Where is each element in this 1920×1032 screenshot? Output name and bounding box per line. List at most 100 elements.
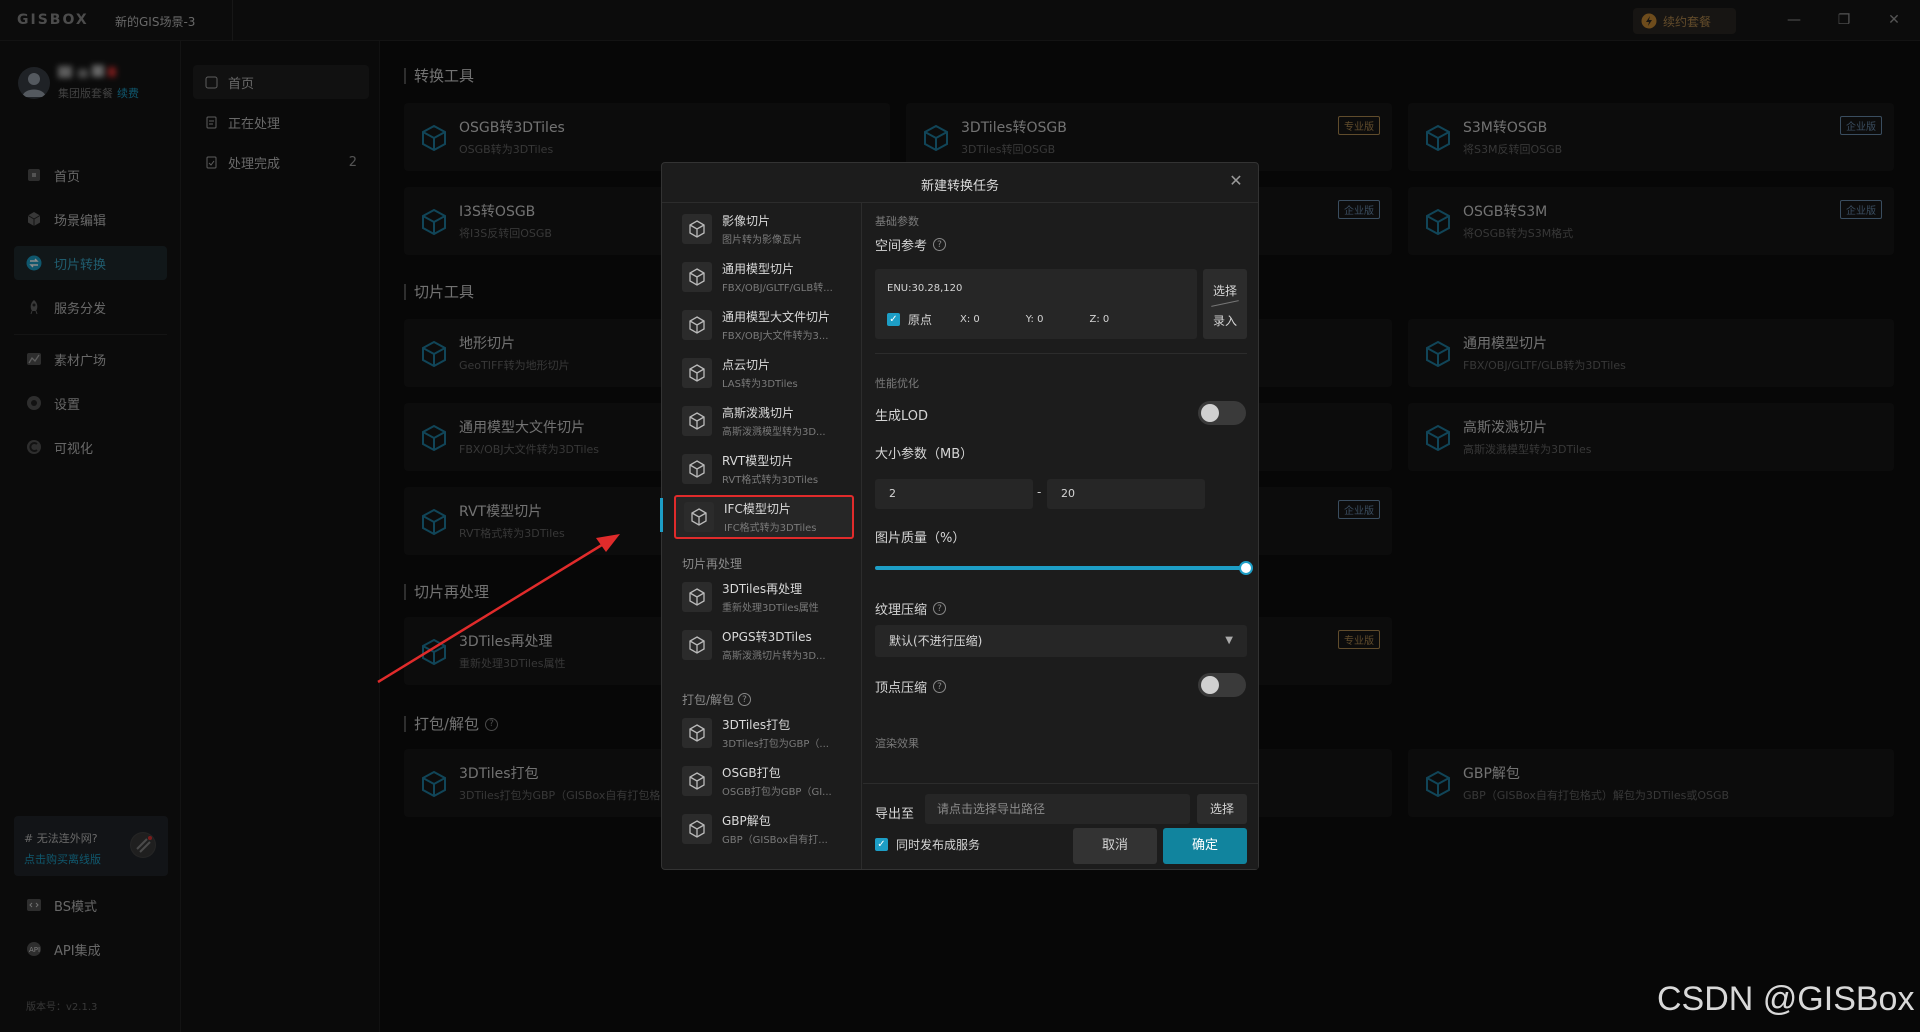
- task-type-title: GBP解包: [722, 814, 771, 828]
- vertex-label-text: 顶点压缩: [875, 681, 928, 696]
- task-type-text: 3DTiles打包 3DTiles打包为GBP（...: [722, 716, 829, 750]
- task-type-icon: [684, 502, 714, 532]
- group-pack-label: 打包/解包: [682, 693, 735, 707]
- task-type-icon: [682, 310, 712, 340]
- export-select-button[interactable]: 选择: [1197, 794, 1247, 824]
- task-type-text: 影像切片图片转为影像瓦片: [722, 212, 802, 246]
- range-dash: -: [1037, 485, 1042, 499]
- modal-header: 新建转换任务 ✕: [662, 163, 1258, 203]
- task-type-title: OSGB打包: [722, 766, 781, 780]
- cancel-button[interactable]: 取消: [1073, 828, 1157, 864]
- new-task-modal: 新建转换任务 ✕ 影像切片图片转为影像瓦片 通用模型切片 FBX/OBJ/GLTF/…: [660, 162, 1259, 870]
- task-type-item[interactable]: RVT模型切片 RVT格式转为3DTiles: [674, 447, 854, 491]
- task-type-text: 3DTiles再处理重新处理3DTiles属性: [722, 580, 819, 614]
- help-icon[interactable]: ?: [933, 238, 947, 251]
- task-type-item[interactable]: 点云切片 LAS转为3DTiles: [674, 351, 854, 395]
- publish-checkbox[interactable]: ✓: [875, 838, 888, 851]
- task-type-subtitle: 重新处理3DTiles属性: [722, 603, 819, 614]
- task-type-subtitle: 图片转为影像瓦片: [722, 235, 802, 246]
- lod-label: 生成LOD: [875, 409, 929, 424]
- task-type-item[interactable]: OPGS转3DTiles 高斯泼溅切片转为3D...: [674, 623, 854, 667]
- origin-x: X: 0: [960, 314, 980, 325]
- task-type-text: OPGS转3DTiles 高斯泼溅切片转为3D...: [722, 628, 826, 662]
- button-divider: [1211, 300, 1239, 307]
- task-type-subtitle: FBX/OBJ/GLTF/GLB转...: [722, 283, 833, 294]
- task-type-item[interactable]: GBP解包 GBP（GISBox自有打...: [674, 807, 854, 851]
- task-type-title: 点云切片: [722, 358, 771, 372]
- section-divider: [875, 353, 1247, 354]
- export-path-input[interactable]: 请点击选择导出路径: [925, 794, 1190, 824]
- confirm-button[interactable]: 确定: [1163, 828, 1247, 864]
- quality-slider-track[interactable]: [875, 566, 1247, 570]
- task-type-item[interactable]: OSGB打包 OSGB打包为GBP（GI...: [674, 759, 854, 803]
- annotation-arrow: [377, 534, 620, 684]
- render-label: 渲染效果: [875, 737, 919, 750]
- select-ref-button[interactable]: 选择: [1203, 282, 1247, 299]
- texture-select[interactable]: 默认(不进行压缩) ▼: [875, 625, 1247, 657]
- vertex-label: 顶点压缩 ?: [875, 677, 947, 696]
- task-type-text: 高斯泼溅切片 高斯泼溅模型转为3D...: [722, 404, 826, 438]
- task-type-subtitle: LAS转为3DTiles: [722, 379, 798, 390]
- task-type-icon: [682, 406, 712, 436]
- task-type-icon: [682, 358, 712, 388]
- size-min-input[interactable]: 2: [875, 479, 1033, 509]
- task-type-item[interactable]: 3DTiles打包 3DTiles打包为GBP（...: [674, 711, 854, 755]
- task-type-item[interactable]: 高斯泼溅切片 高斯泼溅模型转为3D...: [674, 399, 854, 443]
- task-type-text: IFC模型切片 IFC格式转为3DTiles: [724, 500, 816, 534]
- publish-row: ✓ 同时发布成服务: [875, 836, 980, 853]
- watermark: CSDN @GISBox: [1657, 980, 1915, 1018]
- close-modal-button[interactable]: ✕: [1226, 171, 1246, 191]
- origin-checkbox[interactable]: ✓: [887, 313, 900, 326]
- task-type-icon: [682, 766, 712, 796]
- spatial-ref-buttons[interactable]: 选择 录入: [1203, 269, 1247, 339]
- task-type-icon: [682, 814, 712, 844]
- task-type-subtitle: 3DTiles打包为GBP（...: [722, 739, 829, 750]
- task-type-item[interactable]: 3DTiles再处理重新处理3DTiles属性: [674, 575, 854, 619]
- group-reprocess: 切片再处理: [682, 557, 743, 571]
- basic-params-label: 基础参数: [875, 215, 919, 228]
- task-form: 基础参数 空间参考 ? ENU:30.28,120 ✓ 原点 X: 0 Y: 0…: [863, 203, 1258, 869]
- task-type-text: 点云切片 LAS转为3DTiles: [722, 356, 798, 390]
- origin-y: Y: 0: [1025, 314, 1044, 325]
- texture-select-value: 默认(不进行压缩): [889, 634, 983, 648]
- enu-value: ENU:30.28,120: [887, 283, 963, 294]
- task-type-title: RVT模型切片: [722, 454, 794, 468]
- help-icon[interactable]: ?: [933, 602, 947, 615]
- task-type-text: GBP解包 GBP（GISBox自有打...: [722, 812, 828, 846]
- publish-label: 同时发布成服务: [896, 838, 981, 852]
- size-label: 大小参数（MB）: [875, 447, 974, 462]
- perf-label: 性能优化: [875, 377, 919, 390]
- task-type-item[interactable]: 通用模型大文件切片 FBX/OBJ大文件转为3...: [674, 303, 854, 347]
- task-type-item[interactable]: IFC模型切片 IFC格式转为3DTiles: [674, 495, 854, 539]
- task-type-subtitle: FBX/OBJ大文件转为3...: [722, 331, 829, 342]
- lod-toggle[interactable]: [1198, 401, 1246, 425]
- origin-label: 原点: [908, 313, 933, 327]
- task-type-icon: [682, 262, 712, 292]
- chevron-down-icon: ▼: [1225, 635, 1233, 646]
- task-type-title: 通用模型大文件切片: [722, 310, 831, 324]
- spatial-ref-label: 空间参考 ?: [875, 235, 947, 254]
- size-max-input[interactable]: 20: [1047, 479, 1205, 509]
- origin-z: Z: 0: [1089, 314, 1110, 325]
- help-icon[interactable]: ?: [738, 693, 752, 706]
- vertex-toggle[interactable]: [1198, 673, 1246, 697]
- task-type-subtitle: IFC格式转为3DTiles: [724, 523, 817, 534]
- task-type-item[interactable]: 通用模型切片 FBX/OBJ/GLTF/GLB转...: [674, 255, 854, 299]
- spatial-ref-box: ENU:30.28,120 ✓ 原点 X: 0 Y: 0 Z: 0: [875, 269, 1197, 339]
- task-type-icon: [682, 454, 712, 484]
- task-type-title: 影像切片: [722, 214, 771, 228]
- task-type-text: 通用模型切片 FBX/OBJ/GLTF/GLB转...: [722, 260, 833, 294]
- modal-footer: 导出至 请点击选择导出路径 选择 ✓ 同时发布成服务 取消 确定: [863, 783, 1258, 869]
- task-type-text: RVT模型切片 RVT格式转为3DTiles: [722, 452, 818, 486]
- task-type-item[interactable]: 影像切片图片转为影像瓦片: [674, 207, 854, 251]
- task-type-icon: [682, 718, 712, 748]
- task-type-title: 通用模型切片: [722, 262, 795, 276]
- help-icon[interactable]: ?: [933, 680, 947, 693]
- group-pack: 打包/解包 ?: [682, 691, 752, 708]
- modal-title: 新建转换任务: [920, 179, 999, 194]
- task-type-title: 3DTiles再处理: [722, 582, 803, 596]
- spatial-ref-text: 空间参考: [875, 239, 928, 254]
- quality-slider-thumb[interactable]: [1239, 561, 1253, 575]
- origin-row: ✓ 原点 X: 0 Y: 0 Z: 0: [887, 311, 1109, 328]
- input-ref-button[interactable]: 录入: [1203, 312, 1247, 329]
